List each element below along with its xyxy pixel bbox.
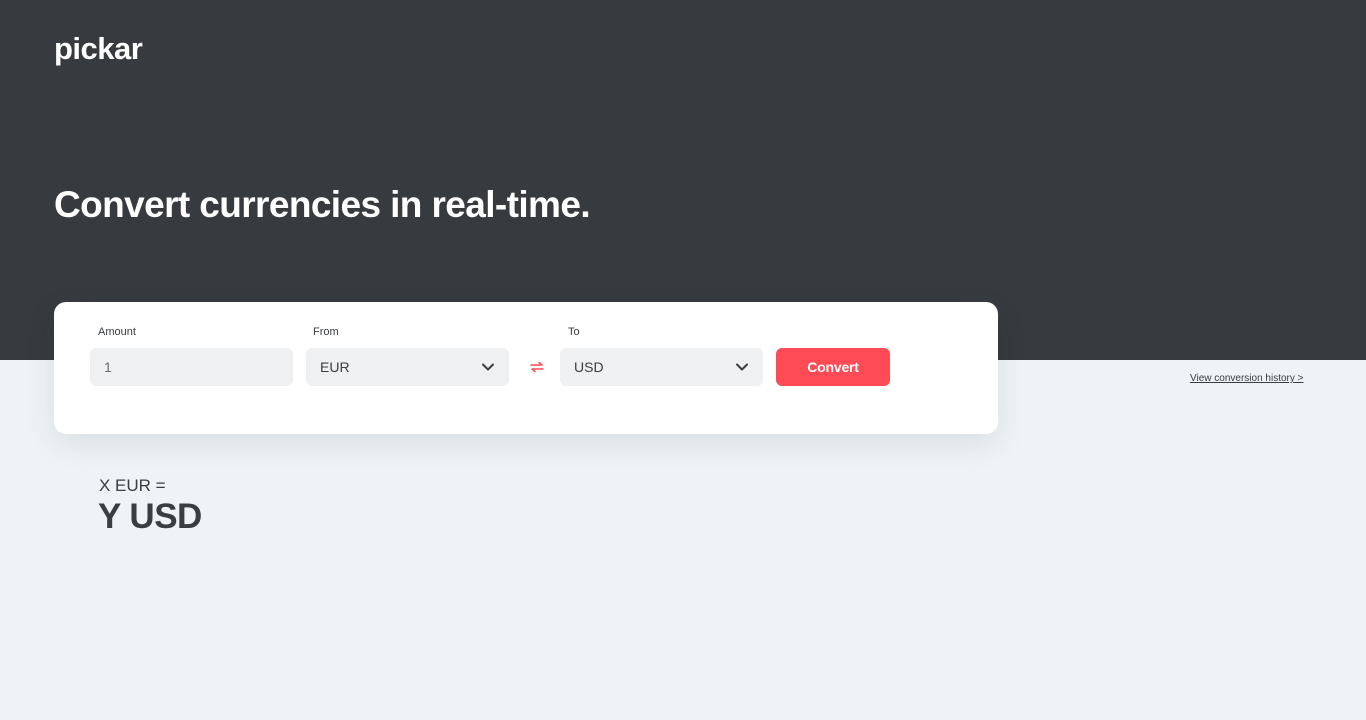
result-source-amount: X EUR = — [99, 476, 166, 495]
amount-input[interactable] — [90, 348, 293, 386]
converter-card: Amount From EUR To USD Convert — [54, 302, 998, 434]
from-label: From — [313, 326, 339, 338]
chevron-down-icon — [482, 363, 494, 371]
swap-arrows-icon[interactable] — [530, 360, 544, 374]
amount-label: Amount — [98, 326, 136, 338]
convert-button[interactable]: Convert — [776, 348, 890, 386]
chevron-down-icon — [736, 363, 748, 371]
to-currency-select[interactable]: USD — [560, 348, 763, 386]
from-currency-value: EUR — [320, 359, 350, 375]
view-history-link[interactable]: View conversion history > — [1190, 373, 1303, 385]
to-label: To — [568, 326, 580, 338]
logo[interactable]: pickar — [54, 31, 143, 67]
page-title: Convert currencies in real-time. — [54, 184, 591, 225]
to-currency-value: USD — [574, 359, 604, 375]
from-currency-select[interactable]: EUR — [306, 348, 509, 386]
result-converted-amount: Y USD — [98, 497, 202, 536]
